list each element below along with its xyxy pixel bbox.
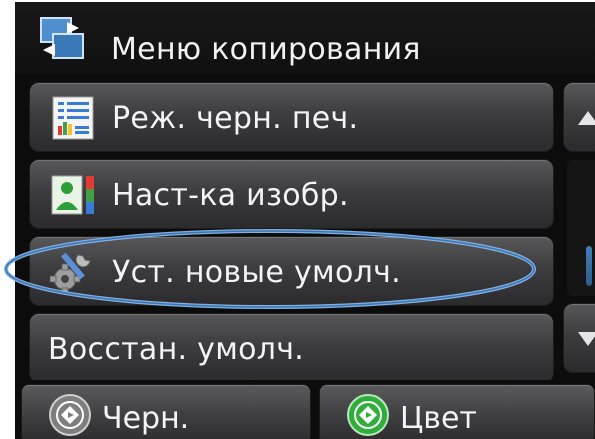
page-title: Меню копирования bbox=[111, 32, 421, 67]
menu-item-draft-mode[interactable]: Реж. черн. печ. bbox=[29, 82, 554, 152]
image-adjust-icon bbox=[51, 175, 94, 215]
scrollbar-track[interactable] bbox=[567, 160, 595, 296]
color-start-label: Цвет bbox=[400, 401, 477, 436]
document-list-icon bbox=[52, 96, 94, 140]
scroll-up-button[interactable] bbox=[563, 82, 595, 152]
menu-item-set-new-defaults[interactable]: Уст. новые умолч. bbox=[29, 236, 554, 306]
bottom-bar: Черн. Цвет bbox=[15, 380, 595, 439]
scroll-down-button[interactable] bbox=[563, 303, 595, 373]
start-color-button[interactable]: Цвет bbox=[319, 384, 595, 439]
copy-icon bbox=[40, 17, 84, 59]
menu-item-restore-defaults[interactable]: Восстан. умолч. bbox=[29, 313, 554, 383]
menu-item-label: Восстан. умолч. bbox=[48, 332, 305, 367]
menu-item-label: Реж. черн. печ. bbox=[112, 101, 359, 136]
tools-gear-icon bbox=[49, 252, 91, 295]
start-black-button[interactable]: Черн. bbox=[21, 384, 311, 439]
start-gray-icon bbox=[49, 394, 91, 436]
black-start-label: Черн. bbox=[102, 401, 190, 436]
header: Меню копирования bbox=[15, 2, 595, 74]
menu-item-label: Наст-ка изобр. bbox=[112, 178, 349, 213]
triangle-up-icon bbox=[578, 111, 595, 125]
control-panel-screen: Меню копирования Реж. черн. печ. Наст-ка… bbox=[15, 2, 595, 439]
triangle-down-icon bbox=[578, 332, 595, 346]
scrollbar-thumb[interactable] bbox=[586, 246, 592, 286]
menu-item-image-adjust[interactable]: Наст-ка изобр. bbox=[29, 159, 554, 229]
start-green-icon bbox=[347, 394, 389, 436]
menu-item-label: Уст. новые умолч. bbox=[112, 255, 401, 290]
